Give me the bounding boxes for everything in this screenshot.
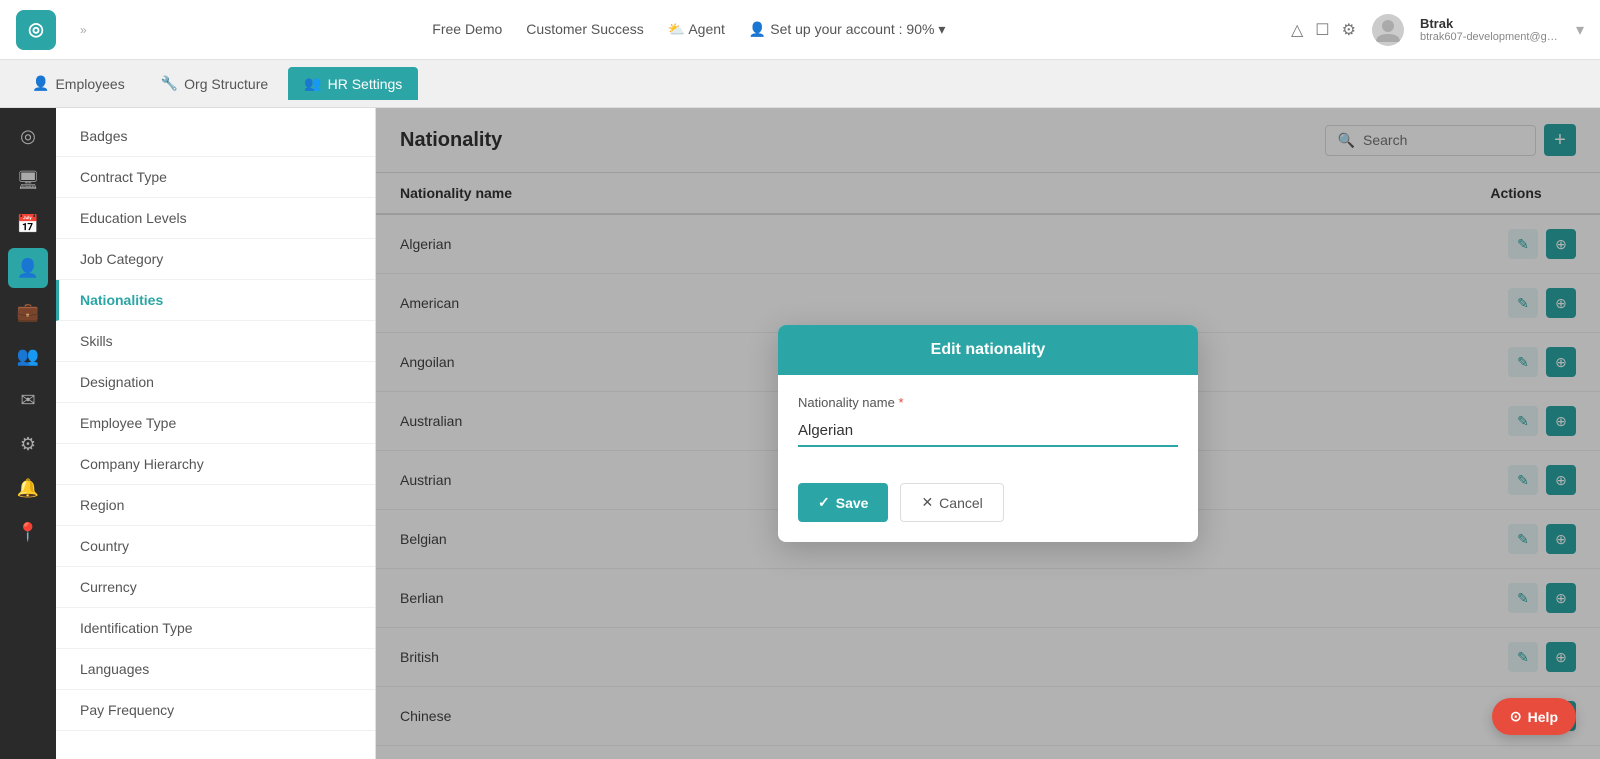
help-icon: ⊙: [1510, 708, 1522, 725]
topnav-link-customersuccess[interactable]: Customer Success: [526, 21, 643, 38]
icon-sidebar: ◎ 🖥 📅 👤 💼 👥 ✉ ⚙ 🔔 📍: [0, 108, 56, 759]
edit-nationality-modal: Edit nationality Nationality name * ✓ Sa…: [778, 325, 1198, 542]
settings-item-country[interactable]: Country: [56, 526, 375, 567]
tab-hrsettings-label: HR Settings: [328, 76, 403, 92]
sidebar-icon-mail[interactable]: ✉: [8, 380, 48, 420]
sidebar-icon-calendar[interactable]: 📅: [8, 204, 48, 244]
cancel-button[interactable]: ✕ Cancel: [900, 483, 1003, 522]
alert-icon[interactable]: △: [1291, 20, 1303, 40]
sidebar-icon-people[interactable]: 👤: [8, 248, 48, 288]
settings-item-educationlevels[interactable]: Education Levels: [56, 198, 375, 239]
subnav: 👤 Employees 🔧 Org Structure 👥 HR Setting…: [0, 60, 1600, 108]
topnav-link-freedemo[interactable]: Free Demo: [432, 21, 502, 38]
topnav-links: Free Demo Customer Success ⛅ Agent 👤 Set…: [111, 21, 1267, 38]
topnav-icons: △ ☐ ⚙: [1291, 20, 1356, 40]
modal-body: Nationality name *: [778, 375, 1198, 467]
content-area: Nationality 🔍 + Nationality name Actions…: [376, 108, 1600, 759]
required-indicator: *: [898, 395, 903, 410]
sidebar-icon-settings[interactable]: ⚙: [8, 424, 48, 464]
settings-item-employeetype[interactable]: Employee Type: [56, 403, 375, 444]
user-email: btrak607-development@gm...: [1420, 31, 1560, 43]
topnav-right: △ ☐ ⚙ Btrak btrak607-development@gm... ▾: [1291, 14, 1584, 46]
settings-item-currency[interactable]: Currency: [56, 567, 375, 608]
sidebar-icon-groups[interactable]: 👥: [8, 336, 48, 376]
tab-employees[interactable]: 👤 Employees: [16, 67, 141, 100]
tab-hrsettings[interactable]: 👥 HR Settings: [288, 67, 418, 100]
tab-employees-label: Employees: [55, 76, 124, 92]
main-layout: ◎ 🖥 📅 👤 💼 👥 ✉ ⚙ 🔔 📍 Badges Contract Type…: [0, 108, 1600, 759]
settings-item-identificationtype[interactable]: Identification Type: [56, 608, 375, 649]
sidebar-icon-display[interactable]: 🖥: [8, 160, 48, 200]
employees-icon: 👤: [32, 75, 49, 92]
sidebar-icon-location[interactable]: 📍: [8, 512, 48, 552]
user-info: Btrak btrak607-development@gm...: [1420, 16, 1560, 43]
checkmark-icon: ✓: [818, 494, 830, 511]
settings-item-languages[interactable]: Languages: [56, 649, 375, 690]
settings-item-payfrequency[interactable]: Pay Frequency: [56, 690, 375, 731]
app-logo[interactable]: ◎: [16, 10, 56, 50]
topnav: ◎ » Free Demo Customer Success ⛅ Agent 👤…: [0, 0, 1600, 60]
hrsettings-icon: 👥: [304, 75, 321, 92]
field-label: Nationality name *: [798, 395, 1178, 410]
topnav-link-agent[interactable]: ⛅ Agent: [668, 21, 725, 38]
settings-item-badges[interactable]: Badges: [56, 116, 375, 157]
settings-sidebar: Badges Contract Type Education Levels Jo…: [56, 108, 376, 759]
settings-item-skills[interactable]: Skills: [56, 321, 375, 362]
topnav-link-setup[interactable]: 👤 Set up your account : 90% ▾: [749, 21, 945, 38]
tab-orgstructure[interactable]: 🔧 Org Structure: [145, 67, 284, 100]
save-button[interactable]: ✓ Save: [798, 483, 888, 522]
modal-footer: ✓ Save ✕ Cancel: [778, 467, 1198, 542]
tab-orgstructure-label: Org Structure: [184, 76, 268, 92]
modal-overlay[interactable]: Edit nationality Nationality name * ✓ Sa…: [376, 108, 1600, 759]
settings-item-designation[interactable]: Designation: [56, 362, 375, 403]
sidebar-icon-alerts[interactable]: 🔔: [8, 468, 48, 508]
nav-chevron: »: [80, 23, 87, 37]
avatar[interactable]: [1372, 14, 1404, 46]
user-dropdown-chevron[interactable]: ▾: [1576, 20, 1584, 40]
close-icon: ✕: [921, 494, 933, 511]
document-icon[interactable]: ☐: [1315, 20, 1329, 40]
orgstructure-icon: 🔧: [161, 75, 178, 92]
settings-item-region[interactable]: Region: [56, 485, 375, 526]
nationality-name-input[interactable]: [798, 416, 1178, 447]
settings-item-jobcategory[interactable]: Job Category: [56, 239, 375, 280]
sidebar-icon-briefcase[interactable]: 💼: [8, 292, 48, 332]
settings-icon[interactable]: ⚙: [1342, 20, 1356, 40]
settings-item-companyhierarchy[interactable]: Company Hierarchy: [56, 444, 375, 485]
username: Btrak: [1420, 16, 1560, 31]
sidebar-icon-dashboard[interactable]: ◎: [8, 116, 48, 156]
settings-item-nationalities[interactable]: Nationalities: [56, 280, 375, 321]
settings-item-contracttype[interactable]: Contract Type: [56, 157, 375, 198]
help-button[interactable]: ⊙ Help: [1492, 698, 1576, 735]
modal-header: Edit nationality: [778, 325, 1198, 375]
